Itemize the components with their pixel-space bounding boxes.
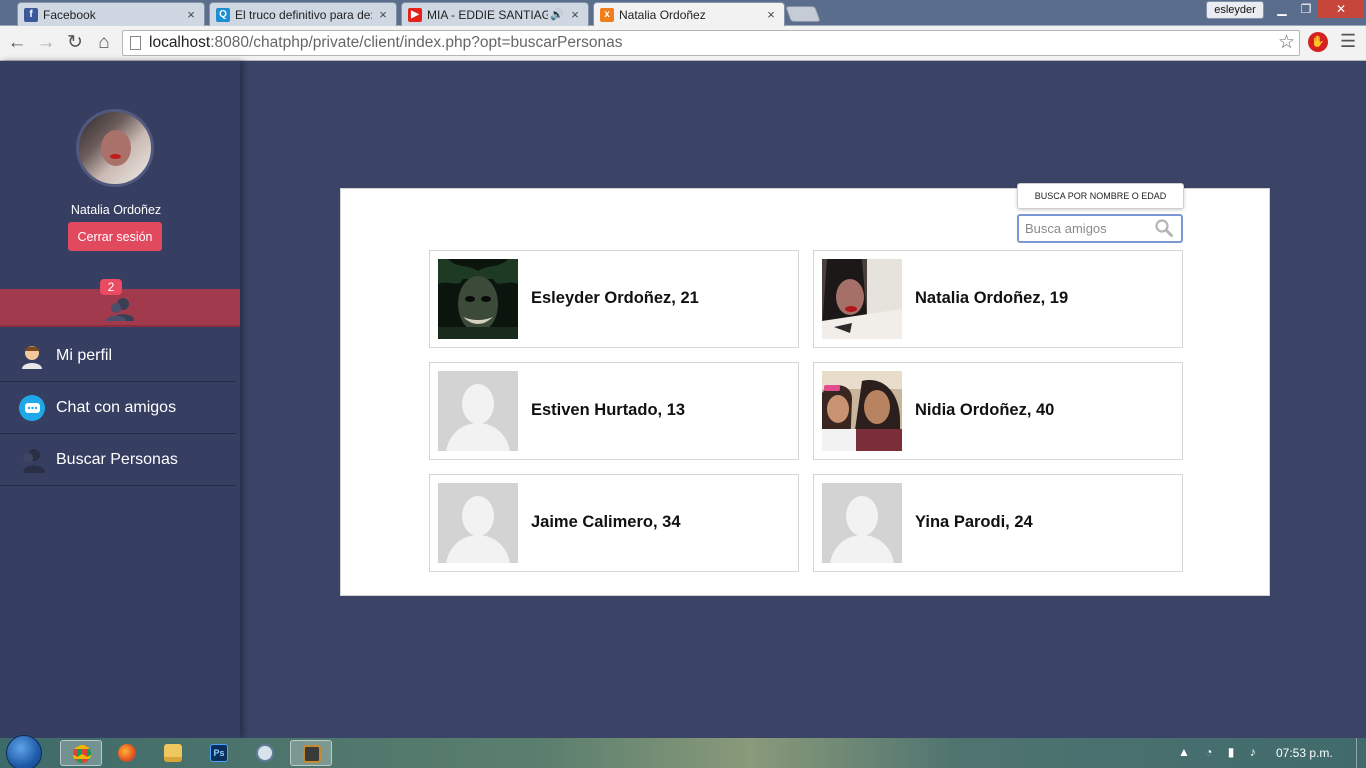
browser-tab-facebook[interactable]: f Facebook × <box>17 2 205 26</box>
browser-toolbar: ← → ↻ ⌂ localhost:8080/chatphp/private/c… <box>0 26 1366 61</box>
person-name-age: Esleyder Ordoñez, 21 <box>531 289 699 307</box>
person-name-age: Estiven Hurtado, 13 <box>531 401 686 419</box>
browser-tab-youtube[interactable]: ▶ MIA - EDDIE SANTIAGO 🔊 × <box>401 2 589 26</box>
person-photo-placeholder <box>438 483 518 563</box>
search-box[interactable] <box>1017 214 1183 243</box>
chat-bubble-icon <box>19 394 45 421</box>
facebook-icon: f <box>24 7 38 22</box>
person-photo-placeholder <box>822 483 902 563</box>
person-photo <box>438 259 518 339</box>
tab-close-icon[interactable]: × <box>568 7 582 22</box>
minimize-icon[interactable]: ▁ <box>1270 0 1294 18</box>
person-photo <box>822 259 902 339</box>
taskbar-photoshop[interactable]: Ps <box>198 740 240 766</box>
user-profile-icon <box>22 345 42 369</box>
logout-button[interactable]: Cerrar sesión <box>68 222 162 251</box>
back-icon[interactable]: ← <box>5 31 29 55</box>
tab-close-icon[interactable]: × <box>184 7 198 22</box>
friend-requests-bar[interactable]: 2 <box>0 279 240 327</box>
sidebar-item-chat[interactable]: Chat con amigos <box>0 382 236 434</box>
person-photo-placeholder <box>438 371 518 451</box>
site-icon: Q <box>216 7 230 22</box>
taskbar-editor[interactable] <box>290 740 332 766</box>
taskbar-chrome[interactable] <box>60 740 102 766</box>
tab-close-icon[interactable]: × <box>764 7 778 22</box>
browser-tab-truco[interactable]: Q El truco definitivo para de: × <box>209 2 397 26</box>
home-icon[interactable]: ⌂ <box>92 31 116 55</box>
search-input[interactable] <box>1019 216 1149 241</box>
sidebar-item-buscar[interactable]: Buscar Personas <box>0 434 236 486</box>
person-photo <box>822 371 902 451</box>
firefox-icon <box>118 744 136 762</box>
reload-icon[interactable]: ↻ <box>63 31 87 55</box>
person-card[interactable]: Esleyder Ordoñez, 21 <box>429 250 799 348</box>
page-icon <box>130 36 141 50</box>
clock[interactable]: 07:53 p.m. <box>1276 746 1333 760</box>
folder-icon <box>164 744 182 762</box>
speaker-icon: 🔊 <box>550 9 564 21</box>
sidebar: Natalia Ordoñez Cerrar sesión 2 Mi perfi… <box>0 61 240 738</box>
xampp-icon: x <box>600 7 614 22</box>
chrome-icon <box>73 745 91 763</box>
address-bar[interactable]: localhost:8080/chatphp/private/client/in… <box>122 30 1300 56</box>
person-card[interactable]: Estiven Hurtado, 13 <box>429 362 799 460</box>
notification-badge: 2 <box>100 279 122 295</box>
editor-icon <box>303 745 321 763</box>
user-name: Natalia Ordoñez <box>70 203 162 217</box>
youtube-icon: ▶ <box>408 7 422 22</box>
search-tooltip: BUSCA POR NOMBRE O EDAD <box>1017 183 1184 209</box>
app-icon <box>256 744 274 762</box>
person-name-age: Jaime Calimero, 34 <box>531 513 681 531</box>
person-card[interactable]: Nidia Ordoñez, 40 <box>813 362 1183 460</box>
browser-tab-strip: f Facebook × Q El truco definitivo para … <box>0 0 1366 26</box>
profile-button[interactable]: esleyder <box>1206 1 1264 19</box>
bookmark-star-icon[interactable]: ☆ <box>1278 31 1295 55</box>
browser-tab-active[interactable]: x Natalia Ordoñez × <box>593 2 785 26</box>
avatar <box>76 109 154 187</box>
person-card[interactable]: Natalia Ordoñez, 19 <box>813 250 1183 348</box>
person-name-age: Yina Parodi, 24 <box>915 513 1033 531</box>
search-people-icon <box>23 448 45 473</box>
people-panel: BUSCA POR NOMBRE O EDAD Esleyder Ordoñez… <box>340 183 1270 596</box>
system-tray-icons[interactable]: ▲ ◔ ▮ ♪ <box>1178 745 1262 759</box>
show-desktop-button[interactable] <box>1356 738 1366 768</box>
sidebar-item-mi-perfil[interactable]: Mi perfil <box>0 330 236 382</box>
taskbar-firefox[interactable] <box>106 740 148 766</box>
search-icon[interactable] <box>1155 219 1173 237</box>
adblock-extension-icon[interactable]: ✋ <box>1308 32 1328 52</box>
photoshop-icon: Ps <box>210 744 228 762</box>
taskbar-explorer[interactable] <box>152 740 194 766</box>
person-card[interactable]: Yina Parodi, 24 <box>813 474 1183 572</box>
people-icon <box>106 298 134 321</box>
windows-start-button[interactable] <box>6 735 42 768</box>
taskbar-app[interactable] <box>244 740 286 766</box>
tab-close-icon[interactable]: × <box>376 7 390 22</box>
window-close-icon[interactable]: ✕ <box>1318 0 1364 18</box>
person-name-age: Nidia Ordoñez, 40 <box>915 401 1055 419</box>
new-tab-button[interactable] <box>785 6 821 22</box>
person-card[interactable]: Jaime Calimero, 34 <box>429 474 799 572</box>
person-name-age: Natalia Ordoñez, 19 <box>915 289 1069 307</box>
chrome-menu-icon[interactable]: ☰ <box>1340 31 1356 52</box>
forward-icon[interactable]: → <box>34 31 58 55</box>
taskbar: Ps ▲ ◔ ▮ ♪ 07:53 p.m. <box>0 735 1366 768</box>
restore-icon[interactable]: ❐ <box>1294 0 1318 18</box>
